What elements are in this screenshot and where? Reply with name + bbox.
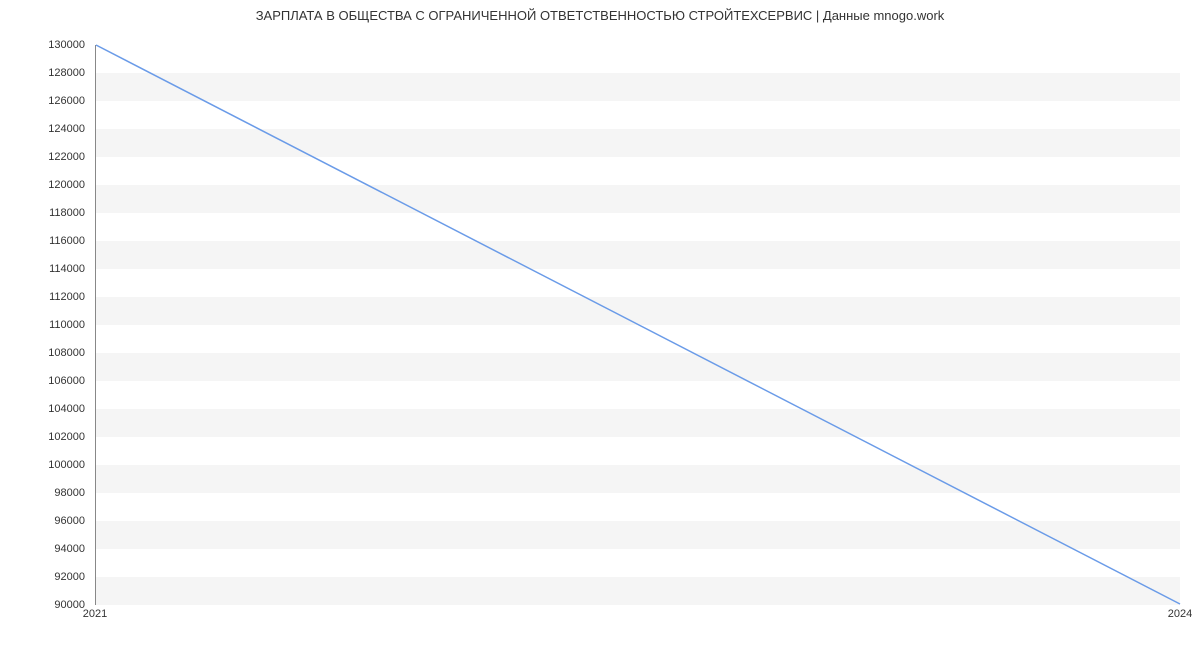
y-tick-label: 98000 bbox=[54, 487, 85, 499]
y-tick-label: 92000 bbox=[54, 571, 85, 583]
y-tick-label: 128000 bbox=[48, 67, 85, 79]
y-tick-label: 122000 bbox=[48, 151, 85, 163]
y-tick-label: 108000 bbox=[48, 347, 85, 359]
y-tick-label: 106000 bbox=[48, 375, 85, 387]
y-tick-label: 130000 bbox=[48, 39, 85, 51]
data-line bbox=[96, 45, 1180, 604]
plot-area bbox=[95, 45, 1180, 605]
y-tick-label: 96000 bbox=[54, 515, 85, 527]
y-tick-label: 118000 bbox=[49, 207, 85, 219]
y-tick-label: 94000 bbox=[54, 543, 85, 555]
y-tick-label: 124000 bbox=[48, 123, 85, 135]
y-tick-label: 110000 bbox=[49, 319, 85, 331]
x-axis: 20212024 bbox=[95, 608, 1180, 638]
y-tick-label: 116000 bbox=[49, 235, 85, 247]
y-tick-label: 114000 bbox=[49, 263, 85, 275]
y-tick-label: 100000 bbox=[48, 459, 85, 471]
y-tick-label: 90000 bbox=[54, 599, 85, 611]
x-tick-label: 2024 bbox=[1168, 608, 1192, 620]
x-tick-label: 2021 bbox=[83, 608, 107, 620]
y-tick-label: 104000 bbox=[48, 403, 85, 415]
y-tick-label: 120000 bbox=[48, 179, 85, 191]
chart-title: ЗАРПЛАТА В ОБЩЕСТВА С ОГРАНИЧЕННОЙ ОТВЕТ… bbox=[0, 8, 1200, 23]
chart-line-svg bbox=[96, 45, 1180, 604]
y-tick-label: 126000 bbox=[48, 95, 85, 107]
y-tick-label: 112000 bbox=[49, 291, 85, 303]
y-tick-label: 102000 bbox=[48, 431, 85, 443]
y-axis: 9000092000940009600098000100000102000104… bbox=[0, 45, 90, 605]
